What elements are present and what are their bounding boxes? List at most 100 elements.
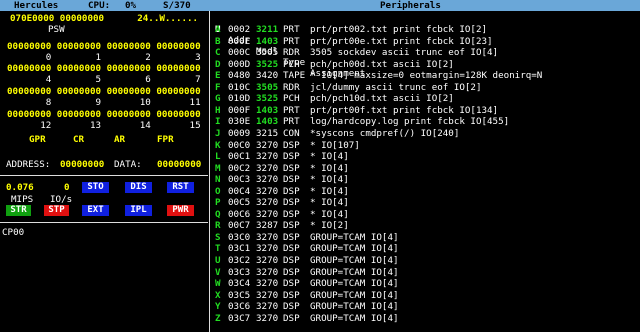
device-model: 3270 bbox=[256, 231, 279, 243]
device-type: DSP bbox=[283, 185, 300, 197]
reset-button[interactable]: RST bbox=[167, 182, 194, 193]
device-assignment: * IO[4] bbox=[310, 208, 349, 220]
device-assignment: pch/pch00d.txt ascii IO[2] bbox=[310, 58, 454, 70]
device-key[interactable]: H bbox=[215, 105, 221, 116]
device-key[interactable]: M bbox=[215, 163, 221, 174]
address-label[interactable]: ADDRESS: bbox=[6, 159, 50, 170]
device-key[interactable]: Y bbox=[215, 301, 221, 312]
device-key[interactable]: S bbox=[215, 232, 221, 243]
device-type: DSP bbox=[283, 243, 300, 255]
mips-label: MIPS bbox=[11, 194, 34, 205]
select-fpr[interactable]: FPR bbox=[157, 134, 174, 145]
device-address: 03C2 bbox=[228, 255, 251, 266]
device-key[interactable]: W bbox=[215, 278, 221, 289]
device-assignment: GROUP=TCAM IO[4] bbox=[310, 243, 399, 255]
device-assignment: * IO[2] bbox=[310, 220, 349, 232]
device-assignment: jcl/dummy ascii trunc eof IO[2] bbox=[310, 81, 482, 93]
device-model: 1403 bbox=[256, 35, 279, 47]
device-key[interactable]: K bbox=[215, 140, 221, 151]
cpu-usage: 0% bbox=[125, 0, 137, 11]
device-type: PCH bbox=[283, 58, 300, 70]
device-address: 000D bbox=[228, 58, 251, 70]
device-assignment: GROUP=TCAM IO[4] bbox=[310, 289, 399, 301]
device-address: 03C6 bbox=[228, 301, 251, 313]
device-key[interactable]: R bbox=[215, 220, 221, 231]
device-key[interactable]: E bbox=[215, 70, 221, 81]
select-cr[interactable]: CR bbox=[73, 134, 84, 145]
device-model: 3270 bbox=[256, 151, 279, 163]
device-type: DSP bbox=[283, 312, 300, 324]
device-model: 3270 bbox=[256, 197, 279, 209]
peripherals-header: U Addr Modl Type Assignment bbox=[211, 13, 365, 79]
device-key[interactable]: I bbox=[215, 116, 221, 127]
device-key[interactable]: F bbox=[215, 82, 221, 93]
device-key[interactable]: N bbox=[215, 174, 221, 185]
device-address: 00C5 bbox=[228, 197, 251, 209]
device-key[interactable]: Q bbox=[215, 209, 221, 220]
device-key[interactable]: L bbox=[215, 151, 221, 162]
device-key[interactable]: Z bbox=[215, 313, 221, 324]
store-button[interactable]: STO bbox=[82, 182, 109, 193]
device-address: 010C bbox=[228, 81, 251, 93]
external-button[interactable]: EXT bbox=[82, 205, 109, 216]
device-assignment: prt/prt00f.txt print fcbck IO[134] bbox=[310, 104, 499, 116]
device-model: 3270 bbox=[256, 208, 279, 220]
device-assignment: GROUP=TCAM IO[4] bbox=[310, 278, 399, 290]
device-type: DSP bbox=[283, 289, 300, 301]
device-type: DSP bbox=[283, 220, 300, 232]
start-button[interactable]: STR bbox=[6, 205, 31, 216]
device-address: 03C5 bbox=[228, 289, 251, 301]
device-key[interactable]: P bbox=[215, 197, 221, 208]
stop-button[interactable]: STP bbox=[44, 205, 69, 216]
device-model: 3525 bbox=[256, 58, 279, 70]
device-key[interactable]: X bbox=[215, 290, 221, 301]
device-type: PRT bbox=[283, 24, 300, 35]
device-address: 03C3 bbox=[228, 266, 251, 278]
display-button[interactable]: DIS bbox=[125, 182, 152, 193]
device-key[interactable]: U bbox=[215, 255, 221, 266]
device-key[interactable]: B bbox=[215, 36, 221, 47]
device-assignment: * IO[4] bbox=[310, 162, 349, 174]
device-type: DSP bbox=[283, 208, 300, 220]
device-address: 000C bbox=[228, 47, 251, 59]
device-assignment: * IO[4] bbox=[310, 174, 349, 186]
device-model: 3211 bbox=[256, 24, 279, 35]
ipl-button[interactable]: IPL bbox=[125, 205, 152, 216]
device-address: 000F bbox=[228, 104, 251, 116]
device-key[interactable]: J bbox=[215, 128, 221, 139]
device-address: 03C1 bbox=[228, 243, 251, 255]
device-assignment: prt/prt00e.txt print fcbck IO[23] bbox=[310, 35, 493, 47]
device-address: 00C3 bbox=[228, 174, 251, 186]
device-assignment: GROUP=TCAM IO[4] bbox=[310, 301, 399, 313]
device-address: 0480 bbox=[228, 70, 251, 82]
gpr-nums-2: 8 9 10 11 bbox=[7, 97, 201, 108]
device-address: 03C4 bbox=[228, 278, 251, 290]
psw-value: 070E0000 00000000 24..W...... bbox=[10, 13, 199, 24]
device-model: 3270 bbox=[256, 139, 279, 151]
device-key[interactable]: G bbox=[215, 93, 221, 104]
device-key[interactable]: A bbox=[215, 24, 221, 35]
device-type: DSP bbox=[283, 151, 300, 163]
device-assignment: * IO[4] bbox=[310, 185, 349, 197]
device-assignment: pch/pch10d.txt ascii IO[2] bbox=[310, 93, 454, 105]
device-type: CON bbox=[283, 127, 300, 139]
device-key[interactable]: C bbox=[215, 47, 221, 58]
device-model: 3270 bbox=[256, 162, 279, 174]
device-address: 000E bbox=[228, 35, 251, 47]
gpr-row-0: 00000000 00000000 00000000 00000000 bbox=[7, 41, 201, 52]
device-assignment: * IO[4] bbox=[310, 151, 349, 163]
select-gpr[interactable]: GPR bbox=[29, 134, 46, 145]
separator bbox=[0, 175, 208, 176]
device-model: 3215 bbox=[256, 127, 279, 139]
device-assignment: GROUP=TCAM IO[4] bbox=[310, 231, 399, 243]
device-key[interactable]: O bbox=[215, 186, 221, 197]
device-assignment: * IO[107] bbox=[310, 139, 360, 151]
select-ar[interactable]: AR bbox=[114, 134, 125, 145]
device-key[interactable]: T bbox=[215, 243, 221, 254]
data-label[interactable]: DATA: bbox=[114, 159, 142, 170]
power-button[interactable]: PWR bbox=[167, 205, 194, 216]
device-assignment: GROUP=TCAM IO[4] bbox=[310, 266, 399, 278]
app-title: Hercules bbox=[14, 0, 59, 11]
device-key[interactable]: D bbox=[215, 59, 221, 70]
device-key[interactable]: V bbox=[215, 267, 221, 278]
